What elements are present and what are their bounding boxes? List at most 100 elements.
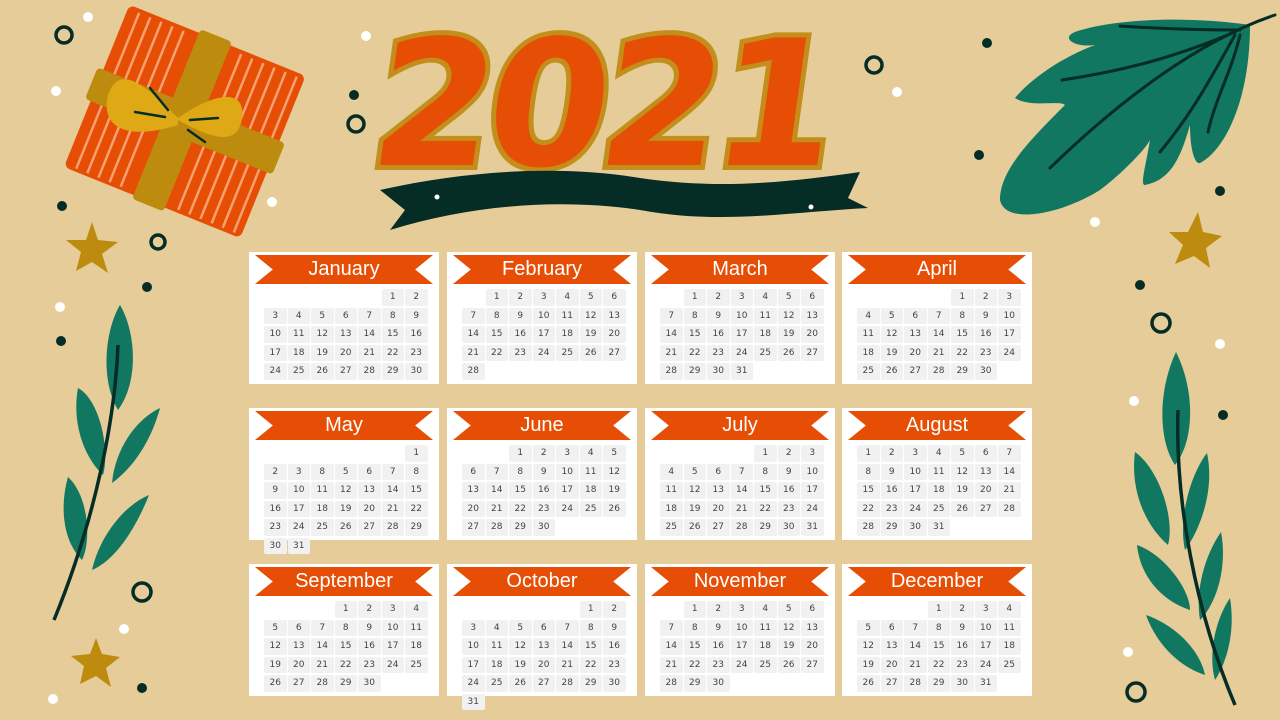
day-cell[interactable]: 28 xyxy=(485,519,508,536)
day-cell[interactable]: 15 xyxy=(334,638,357,655)
day-cell[interactable]: 30 xyxy=(603,675,626,692)
day-cell[interactable]: 14 xyxy=(556,638,579,655)
day-cell[interactable]: 30 xyxy=(777,519,800,536)
day-cell[interactable]: 16 xyxy=(707,326,730,343)
day-cell[interactable]: 26 xyxy=(880,363,903,380)
day-cell[interactable]: 10 xyxy=(381,619,404,636)
day-cell[interactable]: 5 xyxy=(777,289,800,306)
day-cell[interactable]: 1 xyxy=(405,445,428,462)
day-cell[interactable]: 21 xyxy=(311,656,334,673)
day-cell[interactable]: 2 xyxy=(603,601,626,618)
day-cell[interactable]: 11 xyxy=(857,326,880,343)
day-cell[interactable]: 3 xyxy=(556,445,579,462)
day-cell[interactable]: 18 xyxy=(579,482,602,499)
day-cell[interactable]: 27 xyxy=(334,363,357,380)
day-cell[interactable]: 14 xyxy=(485,482,508,499)
day-cell[interactable]: 17 xyxy=(974,638,997,655)
day-cell[interactable]: 25 xyxy=(754,344,777,361)
day-cell[interactable]: 22 xyxy=(754,500,777,517)
day-cell[interactable]: 3 xyxy=(801,445,824,462)
day-cell[interactable]: 20 xyxy=(880,656,903,673)
day-cell[interactable]: 30 xyxy=(358,675,381,692)
day-cell[interactable]: 4 xyxy=(660,463,683,480)
day-cell[interactable]: 26 xyxy=(264,675,287,692)
day-cell[interactable]: 6 xyxy=(462,463,485,480)
day-cell[interactable]: 14 xyxy=(358,326,381,343)
day-cell[interactable]: 18 xyxy=(998,638,1021,655)
day-cell[interactable]: 8 xyxy=(754,463,777,480)
day-cell[interactable]: 21 xyxy=(381,500,404,517)
day-cell[interactable]: 3 xyxy=(532,289,555,306)
day-cell[interactable]: 14 xyxy=(730,482,753,499)
day-cell[interactable]: 9 xyxy=(707,307,730,324)
day-cell[interactable]: 31 xyxy=(974,675,997,692)
day-cell[interactable]: 2 xyxy=(532,445,555,462)
day-cell[interactable]: 8 xyxy=(857,463,880,480)
day-cell[interactable]: 23 xyxy=(707,656,730,673)
day-cell[interactable]: 8 xyxy=(683,307,706,324)
day-cell[interactable]: 8 xyxy=(683,619,706,636)
day-cell[interactable]: 13 xyxy=(358,482,381,499)
day-cell[interactable]: 22 xyxy=(683,344,706,361)
day-cell[interactable]: 20 xyxy=(334,344,357,361)
day-cell[interactable]: 6 xyxy=(974,445,997,462)
day-cell[interactable]: 8 xyxy=(311,463,334,480)
day-cell[interactable]: 9 xyxy=(951,619,974,636)
day-cell[interactable]: 1 xyxy=(951,289,974,306)
day-cell[interactable]: 8 xyxy=(405,463,428,480)
day-cell[interactable]: 19 xyxy=(579,326,602,343)
day-cell[interactable]: 5 xyxy=(334,463,357,480)
day-cell[interactable]: 17 xyxy=(998,326,1021,343)
day-cell[interactable]: 3 xyxy=(998,289,1021,306)
day-cell[interactable]: 7 xyxy=(462,307,485,324)
day-cell[interactable]: 14 xyxy=(462,326,485,343)
day-cell[interactable]: 27 xyxy=(707,519,730,536)
day-cell[interactable]: 13 xyxy=(707,482,730,499)
day-cell[interactable]: 29 xyxy=(405,519,428,536)
day-cell[interactable]: 30 xyxy=(707,675,730,692)
day-cell[interactable]: 13 xyxy=(974,463,997,480)
day-cell[interactable]: 28 xyxy=(381,519,404,536)
day-cell[interactable]: 4 xyxy=(556,289,579,306)
day-cell[interactable]: 16 xyxy=(264,500,287,517)
day-cell[interactable]: 28 xyxy=(462,363,485,380)
day-cell[interactable]: 12 xyxy=(880,326,903,343)
day-cell[interactable]: 24 xyxy=(730,656,753,673)
day-cell[interactable]: 18 xyxy=(556,326,579,343)
day-cell[interactable]: 14 xyxy=(927,326,950,343)
day-cell[interactable]: 1 xyxy=(754,445,777,462)
day-cell[interactable]: 7 xyxy=(311,619,334,636)
day-cell[interactable]: 7 xyxy=(485,463,508,480)
day-cell[interactable]: 10 xyxy=(998,307,1021,324)
day-cell[interactable]: 20 xyxy=(287,656,310,673)
day-cell[interactable]: 21 xyxy=(904,656,927,673)
day-cell[interactable]: 30 xyxy=(264,537,287,554)
day-cell[interactable]: 26 xyxy=(311,363,334,380)
day-cell[interactable]: 15 xyxy=(927,638,950,655)
day-cell[interactable]: 12 xyxy=(579,307,602,324)
day-cell[interactable]: 4 xyxy=(579,445,602,462)
day-cell[interactable]: 15 xyxy=(405,482,428,499)
day-cell[interactable]: 29 xyxy=(579,675,602,692)
day-cell[interactable]: 6 xyxy=(287,619,310,636)
day-cell[interactable]: 10 xyxy=(287,482,310,499)
day-cell[interactable]: 1 xyxy=(857,445,880,462)
day-cell[interactable]: 5 xyxy=(264,619,287,636)
day-cell[interactable]: 5 xyxy=(951,445,974,462)
day-cell[interactable]: 10 xyxy=(462,638,485,655)
day-cell[interactable]: 29 xyxy=(381,363,404,380)
day-cell[interactable]: 6 xyxy=(707,463,730,480)
day-cell[interactable]: 28 xyxy=(311,675,334,692)
day-cell[interactable]: 10 xyxy=(556,463,579,480)
day-cell[interactable]: 2 xyxy=(880,445,903,462)
day-cell[interactable]: 25 xyxy=(311,519,334,536)
day-cell[interactable]: 23 xyxy=(603,656,626,673)
day-cell[interactable]: 8 xyxy=(485,307,508,324)
day-cell[interactable]: 7 xyxy=(730,463,753,480)
day-cell[interactable]: 28 xyxy=(660,675,683,692)
day-cell[interactable]: 11 xyxy=(485,638,508,655)
day-cell[interactable]: 20 xyxy=(603,326,626,343)
day-cell[interactable]: 8 xyxy=(951,307,974,324)
day-cell[interactable]: 9 xyxy=(880,463,903,480)
day-cell[interactable]: 13 xyxy=(801,619,824,636)
